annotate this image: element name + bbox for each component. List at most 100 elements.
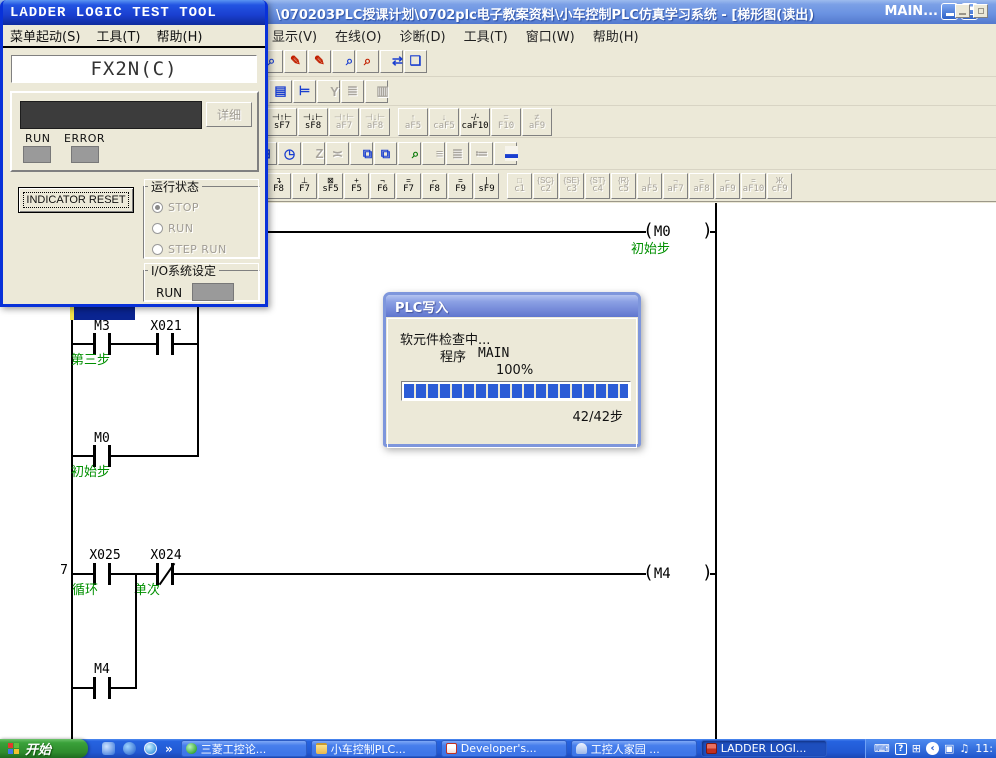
ie-icon[interactable] (123, 742, 136, 755)
media-player-icon[interactable] (144, 742, 157, 755)
taskbar: 开始 » 三菱工控论... 小车控制PLC... Developer's... (0, 739, 996, 758)
menu-item[interactable]: 显示(V) (272, 26, 317, 45)
test-tool-titlebar[interactable]: LADDER LOGIC TEST TOOL (3, 0, 265, 25)
ladder-symbol-button[interactable]: ⊣↓⊢ aF8 (360, 108, 390, 136)
menu-item[interactable]: 帮助(H) (593, 26, 639, 45)
coil-m4[interactable]: M4 (643, 562, 671, 583)
fkey-button[interactable]: ⌐ F8 (422, 173, 447, 199)
run-state-radio[interactable]: STEP RUN (152, 241, 259, 258)
menu-item[interactable]: 窗口(W) (526, 26, 575, 45)
menu-item[interactable]: 帮助(H) (157, 26, 203, 45)
run-state-radio[interactable]: STOP (152, 199, 259, 216)
fkey-button[interactable]: = aF8 (689, 173, 714, 199)
ladder-symbol-button[interactable]: ↓ caF5 (429, 108, 459, 136)
toolbar-button[interactable]: ≡ (422, 142, 445, 165)
fkey-button[interactable]: {SE} c3 (559, 173, 584, 199)
toolbar-button[interactable]: ≍ (326, 142, 349, 165)
fkey-button[interactable]: ⊥ F7 (292, 173, 317, 199)
fkey-button[interactable]: {R} c5 (611, 173, 636, 199)
error-led-indicator (71, 146, 99, 163)
help-tray-icon[interactable]: ? (895, 743, 907, 755)
toolbar-button[interactable]: ⧉ (350, 142, 373, 165)
child-window-title: MAIN... (884, 4, 938, 19)
toolbar-button[interactable]: ▥ (365, 80, 388, 103)
toolbar-button[interactable]: Y (317, 80, 340, 103)
indicator-reset-button[interactable]: INDICATOR RESET (18, 187, 134, 213)
task-button[interactable]: Developer's... (441, 740, 567, 757)
fkey-button[interactable]: | aF5 (637, 173, 662, 199)
task-button[interactable]: 小车控制PLC... (311, 740, 437, 757)
task-button[interactable]: LADDER LOGI... (701, 740, 827, 757)
toolbar-button[interactable]: ❏ (404, 50, 427, 73)
toolbar-icon: ≣ (347, 83, 358, 99)
toolbar-button[interactable]: ⌕ (398, 142, 421, 165)
fkey-button[interactable]: ↴ F8 (266, 173, 291, 199)
toolbar-icon: ▥ (376, 83, 388, 99)
toolbar-button[interactable]: ✎ (308, 50, 331, 73)
start-button[interactable]: 开始 (0, 739, 88, 758)
device-label: M3 (87, 319, 117, 334)
toolbar-button[interactable]: ⌕ (356, 50, 379, 73)
menu-item[interactable]: 工具(T) (96, 26, 140, 45)
volume-tray-icon[interactable]: ♫ (959, 743, 969, 754)
fkey-button[interactable]: {SC} c2 (533, 173, 558, 199)
ladder-symbol-button[interactable]: = F10 (491, 108, 521, 136)
toolbar-button[interactable]: ≔ (470, 142, 493, 165)
toolbar-button[interactable]: ⇄ (380, 50, 403, 73)
fkey-button[interactable]: ¬ F6 (370, 173, 395, 199)
fkey-button[interactable]: ¬ aF7 (663, 173, 688, 199)
run-state-radio[interactable]: RUN (152, 220, 259, 237)
fkey-button[interactable]: {ST} c4 (585, 173, 610, 199)
fkey-button[interactable]: = F9 (448, 173, 473, 199)
toolbar-button[interactable]: ⧉ (374, 142, 397, 165)
plc-write-titlebar[interactable]: PLC写入 (386, 295, 638, 317)
fkey-button[interactable]: □ c1 (507, 173, 532, 199)
toolbar-button[interactable]: Z (302, 142, 325, 165)
contact-x021[interactable] (156, 333, 174, 355)
toolbar-button[interactable]: ≣ (446, 142, 469, 165)
right-rail (715, 203, 717, 739)
ladder-symbol-button[interactable]: ≠ aF9 (522, 108, 552, 136)
window-tray-icon[interactable]: ⊞ (912, 743, 921, 754)
toolbar-button[interactable]: ≣ (341, 80, 364, 103)
contact-m4[interactable] (93, 677, 111, 699)
fkey-button[interactable]: ⊠ sF5 (318, 173, 343, 199)
wire (72, 343, 198, 345)
menu-item[interactable]: 工具(T) (464, 26, 508, 45)
fkey-button[interactable]: Ж cF9 (767, 173, 792, 199)
menu-item[interactable]: 菜单起动(S) (10, 26, 80, 45)
detail-button[interactable]: 详细 (206, 102, 252, 127)
toolbar-button[interactable]: ▤ (269, 80, 292, 103)
toolbar-button[interactable]: ▬ (494, 142, 517, 165)
fkey-button[interactable]: = F7 (396, 173, 421, 199)
menu-item[interactable]: 诊断(D) (399, 26, 445, 45)
toolbar-button[interactable]: ◷ (278, 142, 301, 165)
quick-launch-icon[interactable] (102, 742, 115, 755)
display-tray-icon[interactable]: ▣ (944, 743, 954, 754)
ladder-symbol-button[interactable]: ⊣↑⊢ aF7 (329, 108, 359, 136)
fkey-button[interactable]: + F5 (344, 173, 369, 199)
keyboard-tray-icon[interactable]: ⌨ (874, 743, 890, 754)
ladder-symbol-button[interactable]: ↑ aF5 (398, 108, 428, 136)
ladder-symbol-button[interactable]: ⊣↓⊢ sF8 (298, 108, 328, 136)
toolbar-button[interactable]: ⌕ (332, 50, 355, 73)
fkey-button[interactable]: | sF9 (474, 173, 499, 199)
ladder-symbol-button[interactable]: ⊣↑⊢ sF7 (267, 108, 297, 136)
radio-icon (152, 244, 163, 255)
fkey-button[interactable]: = aF10 (741, 173, 766, 199)
toolbar-button[interactable]: ⊨ (293, 80, 316, 103)
ladder-symbol-button[interactable]: -/- caF10 (460, 108, 490, 136)
menu-item[interactable]: 在线(O) (335, 26, 381, 45)
test-tool-menubar: 菜单起动(S) 工具(T) 帮助(H) (3, 25, 265, 48)
selected-cell[interactable] (74, 305, 135, 320)
child-restore-button[interactable] (973, 4, 988, 18)
program-name: MAIN (478, 346, 509, 361)
wire (72, 455, 198, 457)
child-minimize-button[interactable] (955, 4, 970, 18)
hide-icons-chevron[interactable]: ‹ (926, 742, 939, 755)
fkey-button[interactable]: ⌐ aF9 (715, 173, 740, 199)
toolbar-button[interactable]: ✎ (284, 50, 307, 73)
task-button[interactable]: 三菱工控论... (181, 740, 307, 757)
quick-launch-more-icon[interactable]: » (165, 742, 173, 756)
task-button[interactable]: 工控人家园 ... (571, 740, 697, 757)
